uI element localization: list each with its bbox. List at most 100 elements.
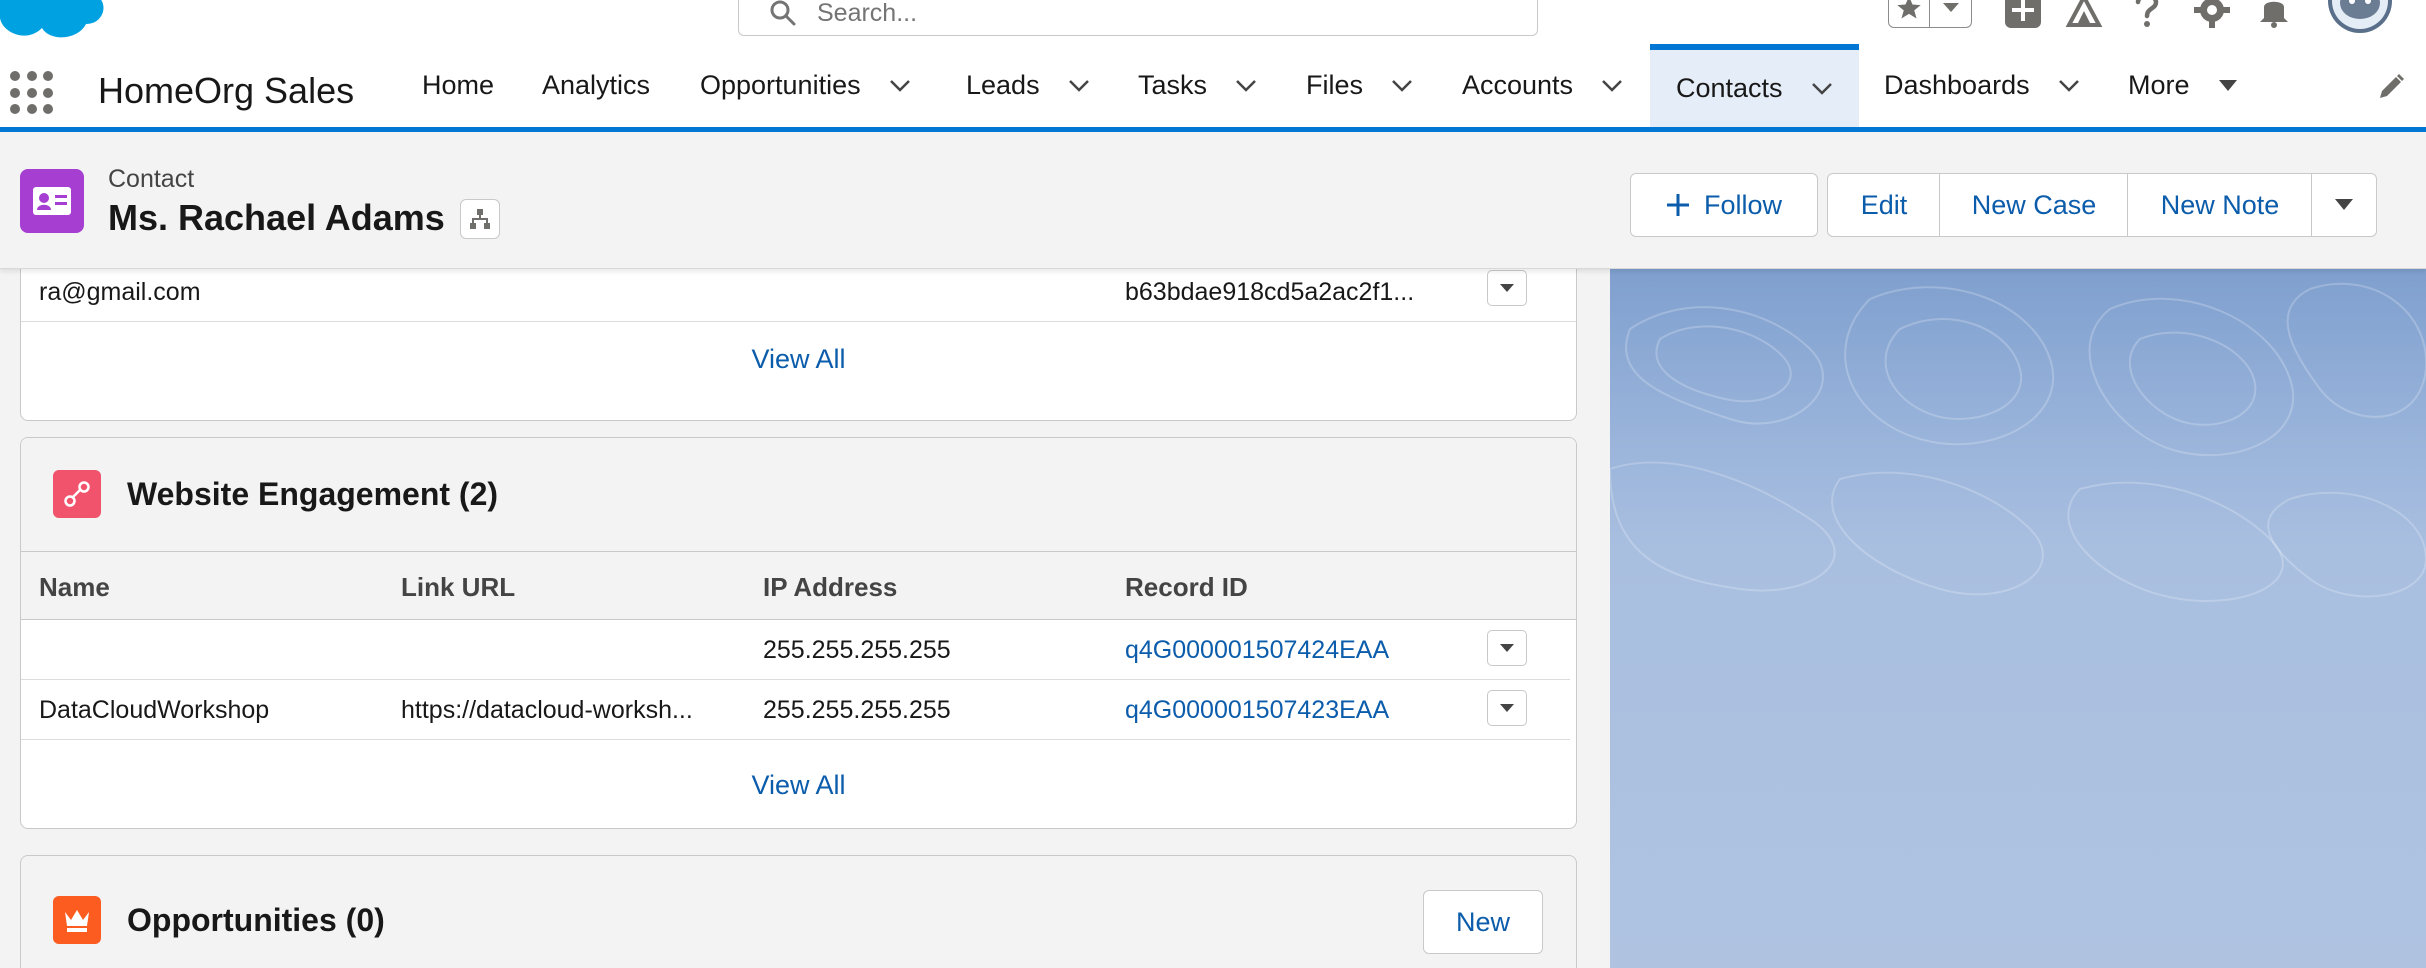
record-id-link[interactable]: q4G000001507424EAA (1125, 636, 1389, 665)
nav-item-leads[interactable]: Leads (966, 44, 1090, 127)
column-header-record-id: Record ID (1125, 572, 1248, 602)
nav-item-label: Leads (966, 70, 1040, 100)
table-header: Name Link URL IP Address Record ID (21, 552, 1576, 620)
table-cell-link-url: https://datacloud-worksh... (401, 696, 693, 724)
help-icon (2135, 0, 2159, 27)
user-profile-button[interactable] (2326, 0, 2394, 38)
website-engagement-card: Website Engagement (2) Name Link URL IP … (20, 437, 1577, 829)
table-row: ra@gmail.com b63bdae918cd5a2ac2f1... (21, 260, 1576, 322)
caret-down-icon (1942, 3, 1959, 12)
follow-label: Follow (1703, 189, 1783, 220)
nav-item-label: Tasks (1138, 70, 1208, 100)
view-all-link[interactable]: View All (21, 770, 1576, 801)
table-row: DataCloudWorkshop https://datacloud-work… (21, 680, 1570, 740)
main-column: ra@gmail.com b63bdae918cd5a2ac2f1... Vie… (0, 259, 1610, 968)
favorites-list-button[interactable] (1930, 0, 1971, 27)
card-title[interactable]: Opportunities (0) (127, 902, 385, 939)
table-row: 255.255.255.255 q4G000001507424EAA (21, 620, 1570, 680)
opportunities-card: Opportunities (0) New (20, 855, 1577, 968)
help-button[interactable] (2127, 0, 2167, 30)
app-name: HomeOrg Sales (98, 70, 355, 111)
table-cell-ip: 255.255.255.255 (763, 696, 951, 724)
new-case-button[interactable]: New Case (1939, 173, 2129, 237)
nav-item-tasks[interactable]: Tasks (1138, 44, 1257, 127)
row-action-button[interactable] (1487, 690, 1527, 726)
opportunity-icon (53, 896, 101, 944)
related-list-card: ra@gmail.com b63bdae918cd5a2ac2f1... Vie… (20, 259, 1577, 421)
record-object-type: Contact (108, 165, 195, 193)
search-icon (770, 0, 796, 26)
chevron-down-icon[interactable] (1391, 79, 1413, 93)
trailhead-icon (2065, 0, 2103, 27)
caret-down-icon (1500, 644, 1514, 652)
nav-item-files[interactable]: Files (1306, 44, 1413, 127)
nav-item-label: Opportunities (700, 70, 861, 100)
topographic-pattern (1610, 282, 2426, 602)
nav-item-dashboards[interactable]: Dashboards (1884, 44, 2080, 127)
record-id-link[interactable]: q4G000001507423EAA (1125, 696, 1389, 725)
table-cell-name: DataCloudWorkshop (39, 696, 270, 724)
app-launcher-dot (26, 71, 37, 81)
website-engagement-icon (53, 470, 101, 518)
salesforce-logo[interactable] (0, 0, 110, 46)
notifications-button[interactable] (2254, 0, 2294, 30)
app-launcher-button[interactable] (10, 71, 54, 115)
nav-item-opportunities[interactable]: Opportunities (700, 44, 911, 127)
new-note-button[interactable]: New Note (2127, 173, 2313, 237)
record-title: Ms. Rachael Adams (108, 197, 445, 238)
gear-icon (2194, 0, 2230, 28)
avatar (2328, 0, 2392, 33)
trailhead-button[interactable] (2064, 0, 2104, 30)
nav-item-home[interactable]: Home (422, 44, 494, 127)
caret-down-icon (2335, 199, 2353, 210)
global-search-input[interactable]: Search... (738, 0, 1538, 36)
chevron-down-icon[interactable] (889, 79, 911, 93)
app-launcher-dot (10, 104, 20, 115)
chevron-down-icon[interactable] (1235, 79, 1257, 93)
global-create-button[interactable] (2003, 0, 2043, 30)
hierarchy-icon (470, 209, 490, 229)
row-action-button[interactable] (1487, 270, 1527, 306)
nav-item-label: More (2128, 70, 2190, 100)
more-actions-button[interactable] (2311, 173, 2377, 237)
view-hierarchy-button[interactable] (460, 199, 500, 239)
nav-item-label: Dashboards (1884, 70, 2030, 100)
view-all-link[interactable]: View All (21, 344, 1576, 375)
table-cell-ip: 255.255.255.255 (763, 636, 951, 664)
plus-icon (2005, 0, 2041, 28)
app-launcher-dot (43, 87, 54, 98)
nav-item-label: Analytics (542, 70, 651, 100)
nav-item-label: Files (1306, 70, 1364, 100)
app-launcher-dot (26, 104, 37, 115)
new-opportunity-button[interactable]: New (1423, 890, 1543, 954)
app-launcher-dot (10, 87, 20, 98)
card-title[interactable]: Website Engagement (2) (127, 476, 498, 513)
caret-down-icon (1500, 704, 1514, 712)
background-decoration (1610, 269, 2426, 968)
search-placeholder: Search... (817, 0, 918, 27)
global-header: Search... (0, 0, 2426, 44)
favorites-star-button[interactable] (1889, 0, 1930, 27)
chevron-down-icon[interactable] (1811, 82, 1833, 96)
app-launcher-dot (43, 71, 54, 81)
chevron-down-icon[interactable] (1068, 79, 1090, 93)
row-action-button[interactable] (1487, 630, 1527, 666)
nav-item-accounts[interactable]: Accounts (1462, 44, 1623, 127)
star-icon (1897, 0, 1921, 19)
caret-down-icon (1500, 284, 1514, 292)
setup-button[interactable] (2192, 0, 2232, 30)
nav-item-contacts[interactable]: Contacts (1650, 44, 1859, 127)
nav-item-analytics[interactable]: Analytics (542, 44, 650, 127)
follow-button[interactable]: Follow (1630, 173, 1818, 237)
app-launcher-dot (26, 87, 37, 98)
record-header: Contact Ms. Rachael Adams Follow Edit Ne… (0, 137, 2426, 269)
nav-item-more[interactable]: More (2128, 44, 2238, 127)
column-header-link-url: Link URL (401, 572, 516, 602)
edit-nav-button[interactable] (2376, 72, 2406, 107)
edit-button[interactable]: Edit (1827, 173, 1941, 237)
nav-item-label: Contacts (1676, 73, 1783, 103)
chevron-down-icon[interactable] (1601, 79, 1623, 93)
caret-down-icon (2218, 79, 2237, 91)
chevron-down-icon[interactable] (2058, 79, 2080, 93)
app-launcher-dot (10, 71, 20, 81)
